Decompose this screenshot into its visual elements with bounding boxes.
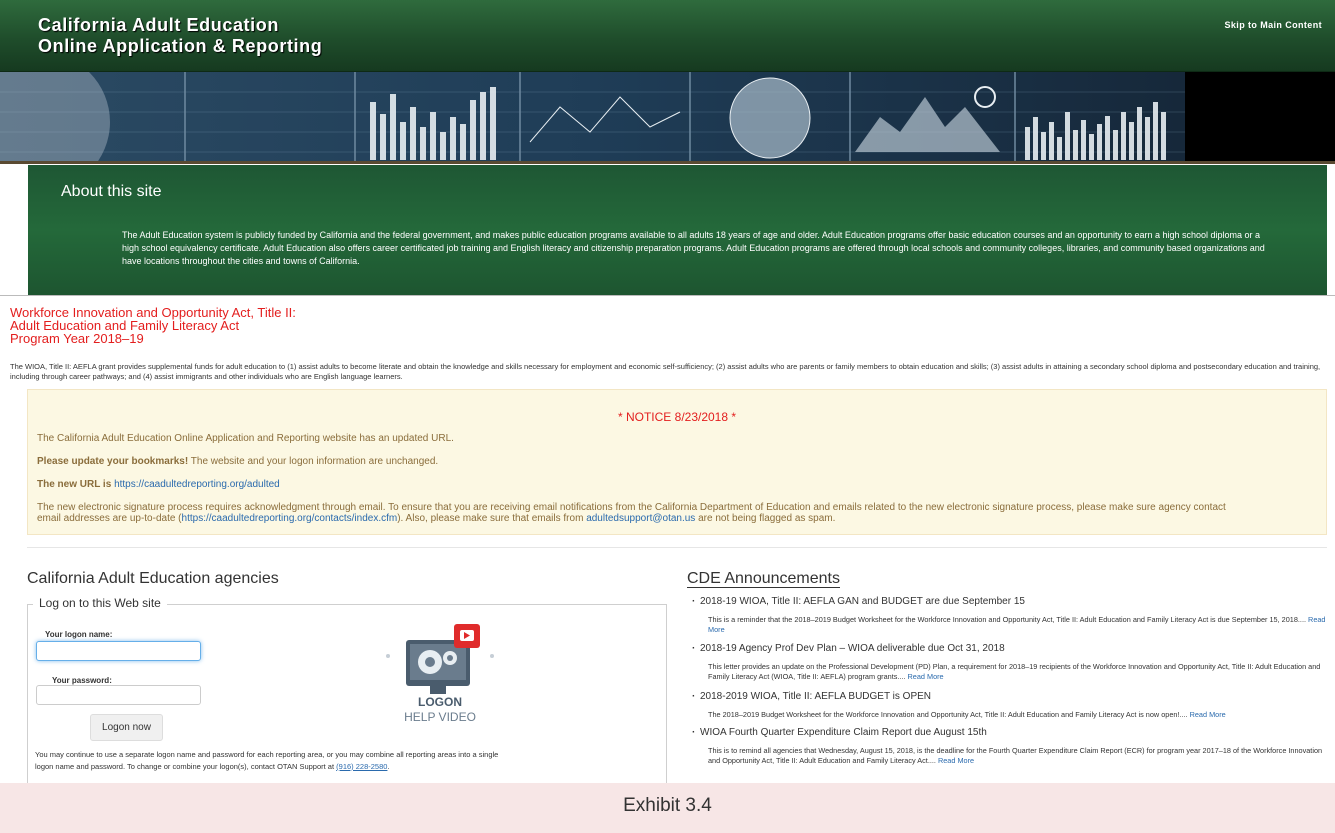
contacts-link[interactable]: https://caadultedreporting.org/contacts/… <box>182 513 398 524</box>
read-more-link[interactable]: Read More <box>1190 710 1226 719</box>
announcement-text: This is a reminder that the 2018–2019 Bu… <box>708 615 1307 624</box>
read-more-link[interactable]: Read More <box>938 756 974 765</box>
about-heading: About this site <box>61 183 162 200</box>
announcement-item: 2018-19 WIOA, Title II: AEFLA GAN and BU… <box>700 596 1330 635</box>
support-email-link[interactable]: adultedsupport@otan.us <box>586 513 695 524</box>
about-body: The Adult Education system is publicly f… <box>122 230 1265 266</box>
announcement-body: This is a reminder that the 2018–2019 Bu… <box>700 615 1330 635</box>
cde-heading: CDE Announcements <box>687 570 840 588</box>
notice-box: * NOTICE 8/23/2018 * The California Adul… <box>27 389 1327 535</box>
notice-heading: * NOTICE 8/23/2018 * <box>617 410 737 424</box>
logon-note: You may continue to use a separate logon… <box>35 749 575 773</box>
computer-gear-icon <box>386 624 494 694</box>
exhibit-label: Exhibit 3.4 <box>623 795 712 816</box>
logon-note-line1: You may continue to use a separate logon… <box>35 750 499 759</box>
exhibit-caption-bar: Exhibit 3.4 <box>0 783 1335 833</box>
notice-line-bookmarks: Please update your bookmarks! The websit… <box>37 456 438 468</box>
site-title-line1: California Adult Education <box>38 15 279 35</box>
read-more-link[interactable]: Read More <box>908 672 944 681</box>
logon-note-line2: logon name and password. To change or co… <box>35 761 575 773</box>
announcement-item: WIOA Fourth Quarter Expenditure Claim Re… <box>700 727 1330 766</box>
banner-graphic <box>0 72 1335 164</box>
cde-heading-text: CDE Announcements <box>687 570 840 588</box>
notice-bookmarks-bold: Please update your bookmarks! <box>37 456 189 467</box>
logon-button[interactable]: Logon now <box>90 714 163 741</box>
announcement-title[interactable]: WIOA Fourth Quarter Expenditure Claim Re… <box>700 727 1330 739</box>
logon-name-input[interactable] <box>36 641 201 661</box>
announcement-text: This is to remind all agencies that Wedn… <box>708 746 1323 765</box>
logon-name-label: Your logon name: <box>45 630 113 639</box>
section-divider <box>27 547 1327 548</box>
page: California Adult Education Online Applic… <box>0 0 1335 833</box>
section-divider <box>0 295 1335 296</box>
notice-signature-line2: email addresses are up-to-date (https://… <box>37 513 835 525</box>
notice-line-new-url: The new URL is https://caadultedreportin… <box>37 479 280 491</box>
logon-note-text: logon name and password. To change or co… <box>35 762 335 771</box>
announcement-text: This letter provides an update on the Pr… <box>708 662 1321 681</box>
notice-text: are not being flagged as spam. <box>695 513 836 524</box>
header-banner-image <box>0 72 1335 164</box>
notice-text: email addresses are up-to-date ( <box>37 513 182 524</box>
password-label: Your password: <box>52 676 112 685</box>
video-label: LOGON <box>418 695 462 709</box>
notice-line-url-update: The California Adult Education Online Ap… <box>37 433 454 444</box>
new-url-link[interactable]: https://caadultedreporting.org/adulted <box>114 479 280 490</box>
logon-help-video[interactable] <box>380 622 500 757</box>
notice-text: ). Also, please make sure that emails fr… <box>397 513 587 524</box>
about-section: About this site The Adult Education syst… <box>28 165 1327 295</box>
announcement-body: This is to remind all agencies that Wedn… <box>700 746 1330 766</box>
announcement-body: This letter provides an update on the Pr… <box>700 662 1330 682</box>
logon-note-end: . <box>387 762 390 771</box>
notice-bookmarks-text: The website and your logon information a… <box>188 456 439 467</box>
announcement-title[interactable]: 2018-19 Agency Prof Dev Plan – WIOA deli… <box>700 643 1330 655</box>
announcement-body: The 2018–2019 Budget Worksheet for the W… <box>700 710 1330 720</box>
announcement-title[interactable]: 2018-19 WIOA, Title II: AEFLA GAN and BU… <box>700 596 1330 608</box>
site-title[interactable]: California Adult Education Online Applic… <box>38 15 322 57</box>
video-sublabel: HELP VIDEO <box>404 710 476 724</box>
wioa-title-line3: Program Year 2018–19 <box>10 331 144 346</box>
site-header: California Adult Education Online Applic… <box>0 0 1335 72</box>
announcement-item: 2018-19 Agency Prof Dev Plan – WIOA deli… <box>700 643 1330 682</box>
site-title-line2: Online Application & Reporting <box>38 36 323 56</box>
logon-legend: Log on to this Web site <box>33 596 167 610</box>
agencies-heading: California Adult Education agencies <box>27 570 279 587</box>
skip-to-main-link[interactable]: Skip to Main Content <box>1225 20 1323 30</box>
otan-phone-link[interactable]: (916) 228-2580 <box>336 762 387 771</box>
wioa-title: Workforce Innovation and Opportunity Act… <box>10 306 296 345</box>
notice-new-url-label: The new URL is <box>37 479 112 490</box>
password-input[interactable] <box>36 685 201 705</box>
announcement-item: 2018-2019 WIOA, Title II: AEFLA BUDGET i… <box>700 691 1330 720</box>
announcement-title[interactable]: 2018-2019 WIOA, Title II: AEFLA BUDGET i… <box>700 691 1330 703</box>
announcement-text: The 2018–2019 Budget Worksheet for the W… <box>708 710 1188 719</box>
wioa-description: The WIOA, Title II: AEFLA grant provides… <box>10 362 1321 381</box>
